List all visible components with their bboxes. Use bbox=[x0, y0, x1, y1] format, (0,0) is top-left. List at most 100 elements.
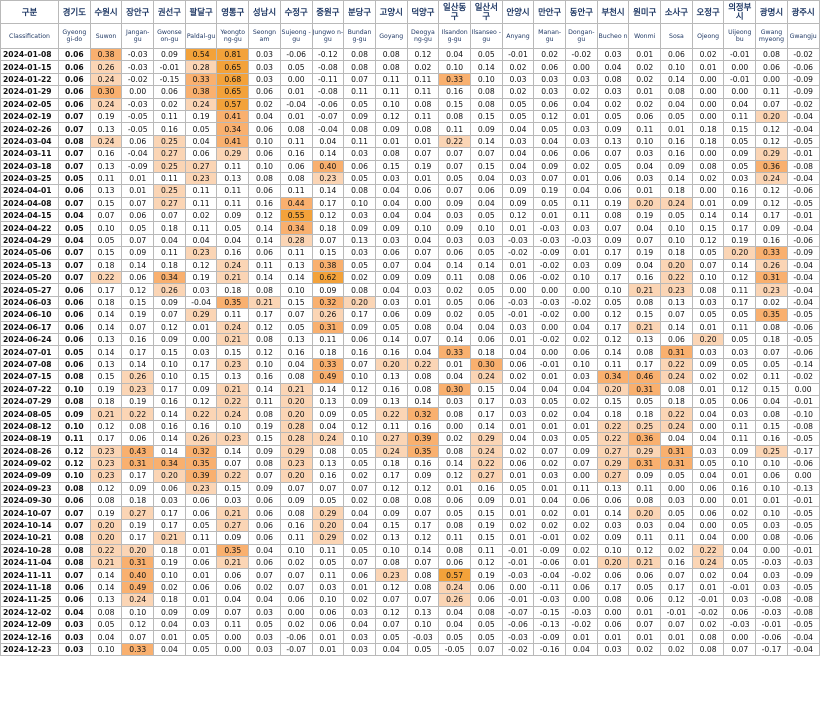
table-cell: 0.12 bbox=[628, 543, 662, 558]
table-cell: 0.05 bbox=[660, 469, 693, 483]
table-cell: 0.08 bbox=[374, 555, 408, 570]
table-cell: 0.30 bbox=[469, 357, 503, 372]
table-cell: 0.08 bbox=[660, 85, 693, 99]
table-cell: -0.03 bbox=[533, 233, 566, 248]
table-cell: -0.05 bbox=[438, 642, 471, 657]
table-cell: 0.23 bbox=[660, 283, 693, 297]
table-cell: 0.17 bbox=[596, 246, 630, 260]
table-cell: 0.26 bbox=[184, 432, 218, 446]
table-cell: 0.24 bbox=[691, 555, 725, 570]
column-header: 팔달구 bbox=[184, 0, 218, 24]
row-date: 2024-04-29 bbox=[0, 233, 59, 248]
column-header-en: Gyeong gi-do bbox=[58, 23, 91, 49]
table-cell: 0.36 bbox=[628, 432, 662, 446]
column-header-en: Anyang bbox=[501, 23, 535, 49]
table-cell: 0.02 bbox=[565, 543, 598, 558]
table-cell: 0.02 bbox=[343, 271, 376, 285]
table-cell: 0.05 bbox=[596, 159, 630, 173]
table-cell: -0.11 bbox=[533, 580, 566, 595]
table-cell: 0.08 bbox=[755, 407, 788, 421]
table-cell: 0.04 bbox=[501, 159, 535, 173]
table-cell: 0.19 bbox=[628, 209, 662, 223]
table-cell: 0.15 bbox=[469, 531, 503, 545]
table-cell: 0.02 bbox=[438, 308, 471, 322]
table-cell: -0.04 bbox=[121, 147, 155, 161]
table-cell: 0.08 bbox=[343, 122, 376, 136]
table-cell: 0.07 bbox=[279, 580, 313, 595]
table-cell: -0.01 bbox=[501, 593, 535, 607]
table-cell: 0.05 bbox=[343, 456, 376, 471]
table-cell: 0.09 bbox=[248, 444, 281, 458]
province-total-cell: 0.05 bbox=[58, 171, 91, 186]
table-cell: -0.01 bbox=[723, 72, 757, 87]
table-cell: 0.11 bbox=[343, 85, 376, 99]
table-row: 2024-06-24 0.06 0.13 0.16 0.09 0.00 0.21 0.08 0.… bbox=[0, 332, 820, 347]
table-cell: 0.06 bbox=[153, 85, 186, 99]
table-cell: 0.18 bbox=[660, 246, 693, 260]
table-cell: 0.26 bbox=[311, 308, 345, 322]
table-cell: 0.12 bbox=[755, 196, 788, 211]
table-row: 2024-01-15 0.06 0.26 -0.03 -0.01 0.28 0.65 0.03… bbox=[0, 60, 820, 74]
table-cell: 0.15 bbox=[469, 382, 503, 396]
table-cell: 0.00 bbox=[406, 196, 440, 211]
table-cell: -0.08 bbox=[786, 159, 820, 173]
table-cell: 0.08 bbox=[406, 382, 440, 396]
table-cell: 0.15 bbox=[374, 518, 408, 533]
table-cell: 0.13 bbox=[311, 394, 345, 409]
table-cell: -0.04 bbox=[533, 568, 566, 582]
table-cell: 0.08 bbox=[121, 419, 155, 434]
table-cell: 0.03 bbox=[153, 494, 186, 508]
table-cell: -0.09 bbox=[786, 246, 820, 260]
province-total-cell: 0.03 bbox=[58, 642, 91, 657]
table-cell: 0.54 bbox=[184, 47, 218, 62]
table-cell: 0.06 bbox=[279, 159, 313, 173]
table-cell: 0.35 bbox=[216, 543, 250, 558]
table-cell: 0.10 bbox=[691, 271, 725, 285]
table-cell: 0.26 bbox=[121, 370, 155, 384]
column-header: 오정구 bbox=[691, 0, 725, 24]
table-cell: 0.09 bbox=[501, 184, 535, 198]
table-row: 2024-05-06 0.07 0.15 0.09 0.11 0.23 0.16 0.06 0.… bbox=[0, 246, 820, 260]
table-cell: 0.11 bbox=[374, 419, 408, 434]
table-cell: 0.21 bbox=[279, 382, 313, 396]
table-cell: -0.09 bbox=[121, 159, 155, 173]
row-date: 2024-11-11 bbox=[0, 568, 59, 582]
table-cell: 0.06 bbox=[438, 555, 471, 570]
column-header: 원미구 bbox=[628, 0, 662, 24]
province-total-cell: 0.11 bbox=[58, 432, 91, 446]
table-cell: 0.08 bbox=[406, 568, 440, 582]
table-cell: 0.40 bbox=[311, 159, 345, 173]
table-cell: 0.16 bbox=[121, 332, 155, 347]
table-cell: 0.05 bbox=[89, 233, 123, 248]
table-cell: 0.36 bbox=[755, 159, 788, 173]
table-cell: 0.33 bbox=[121, 642, 155, 657]
table-cell: 0.10 bbox=[343, 370, 376, 384]
table-cell: 0.04 bbox=[343, 506, 376, 520]
table-row: 2024-04-22 0.05 0.10 0.05 0.18 0.11 0.05 0.14 0.… bbox=[0, 221, 820, 235]
table-cell: -0.05 bbox=[786, 196, 820, 211]
table-cell: 0.38 bbox=[311, 258, 345, 273]
table-cell: 0.04 bbox=[438, 370, 471, 384]
table-cell: -0.01 bbox=[786, 543, 820, 558]
table-cell: 0.02 bbox=[153, 97, 186, 111]
table-cell: 0.33 bbox=[438, 72, 471, 87]
table-cell: 0.03 bbox=[311, 580, 345, 595]
table-cell: 0.09 bbox=[469, 122, 503, 136]
table-cell: 0.08 bbox=[248, 407, 281, 421]
column-header: 광명시 bbox=[755, 0, 788, 24]
table-cell: -0.02 bbox=[533, 258, 566, 273]
table-cell: 0.06 bbox=[279, 593, 313, 607]
table-cell: 0.16 bbox=[406, 419, 440, 434]
table-cell: 0.24 bbox=[755, 171, 788, 186]
column-header: 광주시 bbox=[786, 0, 820, 24]
table-cell: 0.06 bbox=[469, 332, 503, 347]
table-cell: 0.08 bbox=[343, 184, 376, 198]
table-cell: 0.24 bbox=[374, 444, 408, 458]
table-cell: 0.23 bbox=[184, 246, 218, 260]
table-cell: 0.14 bbox=[374, 332, 408, 347]
table-cell: 0.10 bbox=[343, 432, 376, 446]
table-cell: 0.22 bbox=[89, 543, 123, 558]
table-cell: 0.23 bbox=[89, 469, 123, 483]
row-date: 2024-05-13 bbox=[0, 258, 59, 273]
table-cell: 0.18 bbox=[89, 295, 123, 310]
